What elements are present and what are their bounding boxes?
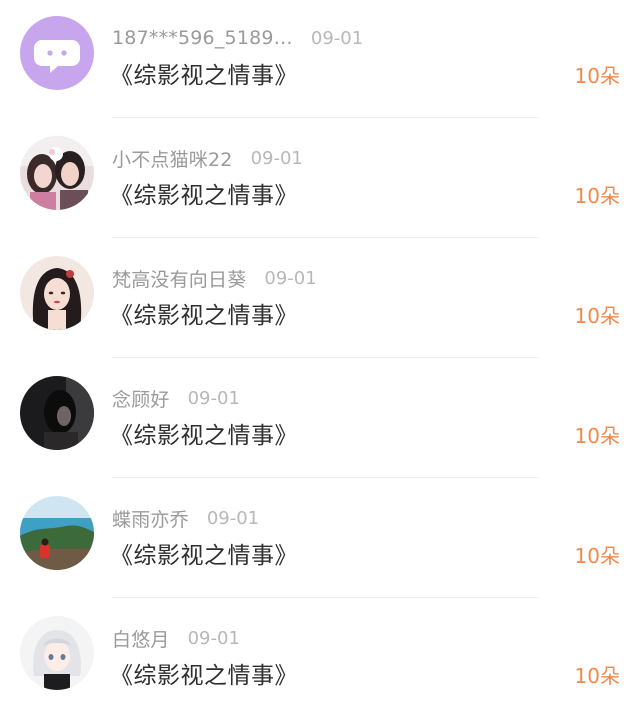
chat-bubble-icon	[20, 16, 94, 90]
row-meta: 187***596_5189… 09-01	[112, 24, 363, 52]
gift-amount: 10朵	[574, 304, 620, 328]
divider	[112, 597, 540, 598]
book-title[interactable]: 《综影视之情事》	[110, 176, 298, 210]
list-item[interactable]: 蝶雨亦乔 09-01 《综影视之情事》 10朵	[0, 480, 640, 600]
date: 09-01	[310, 27, 364, 49]
list-item[interactable]: 白悠月 09-01 《综影视之情事》 10朵	[0, 600, 640, 720]
avatar[interactable]	[20, 376, 94, 450]
username[interactable]: 小不点猫咪22	[112, 145, 233, 172]
list-item[interactable]: 小不点猫咪22 09-01 《综影视之情事》 10朵	[0, 120, 640, 240]
divider	[112, 237, 540, 238]
book-title[interactable]: 《综影视之情事》	[110, 416, 298, 450]
gift-record-list: 187***596_5189… 09-01 《综影视之情事》 10朵 小不点猫咪…	[0, 0, 640, 714]
avatar[interactable]	[20, 256, 94, 330]
avatar[interactable]	[20, 616, 94, 690]
list-item[interactable]: 念顾好 09-01 《综影视之情事》 10朵	[0, 360, 640, 480]
divider	[112, 477, 540, 478]
illustrated-girl-icon	[20, 256, 94, 330]
dark-portrait-icon	[20, 376, 94, 450]
couple-photo-icon	[20, 136, 94, 210]
username[interactable]: 蝶雨亦乔	[112, 505, 189, 532]
row-meta: 白悠月 09-01	[112, 624, 240, 652]
list-item[interactable]: 187***596_5189… 09-01 《综影视之情事》 10朵	[0, 0, 640, 120]
avatar[interactable]	[20, 136, 94, 210]
row-meta: 梵高没有向日葵 09-01	[112, 264, 317, 292]
avatar[interactable]	[20, 496, 94, 570]
list-item[interactable]: 梵高没有向日葵 09-01 《综影视之情事》 10朵	[0, 240, 640, 360]
book-title[interactable]: 《综影视之情事》	[110, 296, 298, 330]
date: 09-01	[206, 507, 260, 529]
row-meta: 小不点猫咪22 09-01	[112, 144, 303, 172]
book-title[interactable]: 《综影视之情事》	[110, 656, 298, 690]
date: 09-01	[250, 147, 303, 169]
date: 09-01	[187, 387, 240, 409]
username[interactable]: 187***596_5189…	[112, 27, 293, 49]
avatar[interactable]	[20, 16, 94, 90]
book-title[interactable]: 《综影视之情事》	[110, 536, 298, 570]
row-meta: 念顾好 09-01	[112, 384, 240, 412]
gift-amount: 10朵	[574, 544, 620, 568]
row-meta: 蝶雨亦乔 09-01	[112, 504, 259, 532]
gift-amount: 10朵	[574, 664, 620, 688]
date: 09-01	[187, 627, 240, 649]
date: 09-01	[264, 267, 317, 289]
username[interactable]: 梵高没有向日葵	[112, 265, 246, 292]
divider	[112, 117, 540, 118]
gift-amount: 10朵	[574, 424, 620, 448]
gift-amount: 10朵	[574, 184, 620, 208]
divider	[112, 357, 540, 358]
username[interactable]: 白悠月	[112, 625, 170, 652]
seaside-landscape-icon	[20, 496, 94, 570]
username[interactable]: 念顾好	[112, 385, 170, 412]
book-title[interactable]: 《综影视之情事》	[110, 56, 298, 90]
anime-white-hair-icon	[20, 616, 94, 690]
gift-amount: 10朵	[574, 64, 620, 88]
